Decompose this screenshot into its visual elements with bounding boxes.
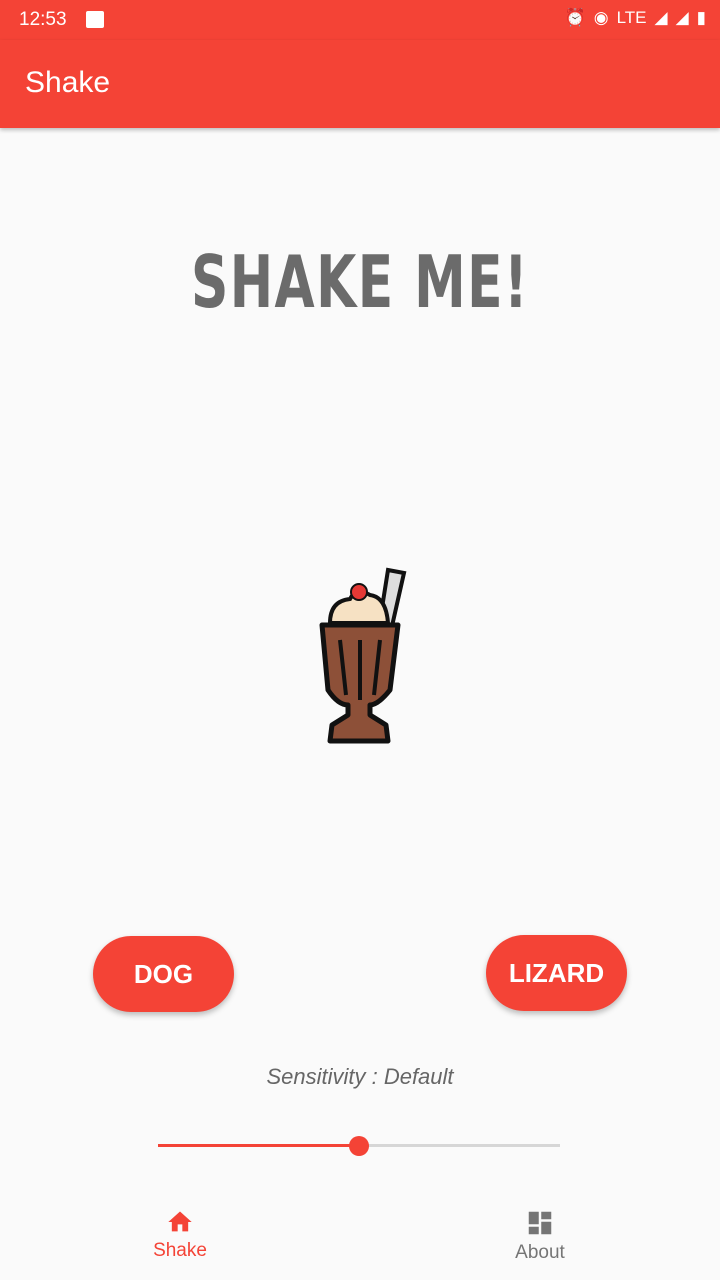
bottom-nav: Shake About [0,1192,720,1280]
signal-icon-2: ◢ [675,8,689,27]
signal-icon: ◢ [654,8,668,27]
lizard-button[interactable]: LIZARD [486,935,627,1011]
nav-item-shake[interactable]: Shake [0,1192,360,1280]
status-time: 12:53 [19,9,67,30]
app-title: Shake [25,66,111,99]
dog-button[interactable]: DOG [93,936,234,1012]
milkshake-image[interactable] [318,565,408,745]
headline: SHAKE ME! [190,240,530,324]
nav-item-about[interactable]: About [360,1192,720,1280]
app-bar: Shake [0,40,720,128]
slider-thumb[interactable] [349,1136,369,1156]
sensitivity-label: Sensitivity : Default [266,1064,454,1089]
nav-label: About [515,1242,565,1263]
nav-label: Shake [153,1240,207,1261]
dashboard-icon [528,1211,552,1235]
alarm-icon: ⏰ [564,8,586,27]
sensitivity-slider[interactable] [158,1136,560,1156]
hotspot-icon: ◉ [593,8,609,27]
battery-icon: ▮ [696,8,706,27]
home-icon [168,1211,192,1232]
slider-fill [158,1144,359,1147]
status-bar: 12:53 ⏰ ◉ LTE ◢ ◢ ▮ [0,0,720,40]
image-notification-icon [86,11,104,28]
network-type: LTE [616,8,647,27]
